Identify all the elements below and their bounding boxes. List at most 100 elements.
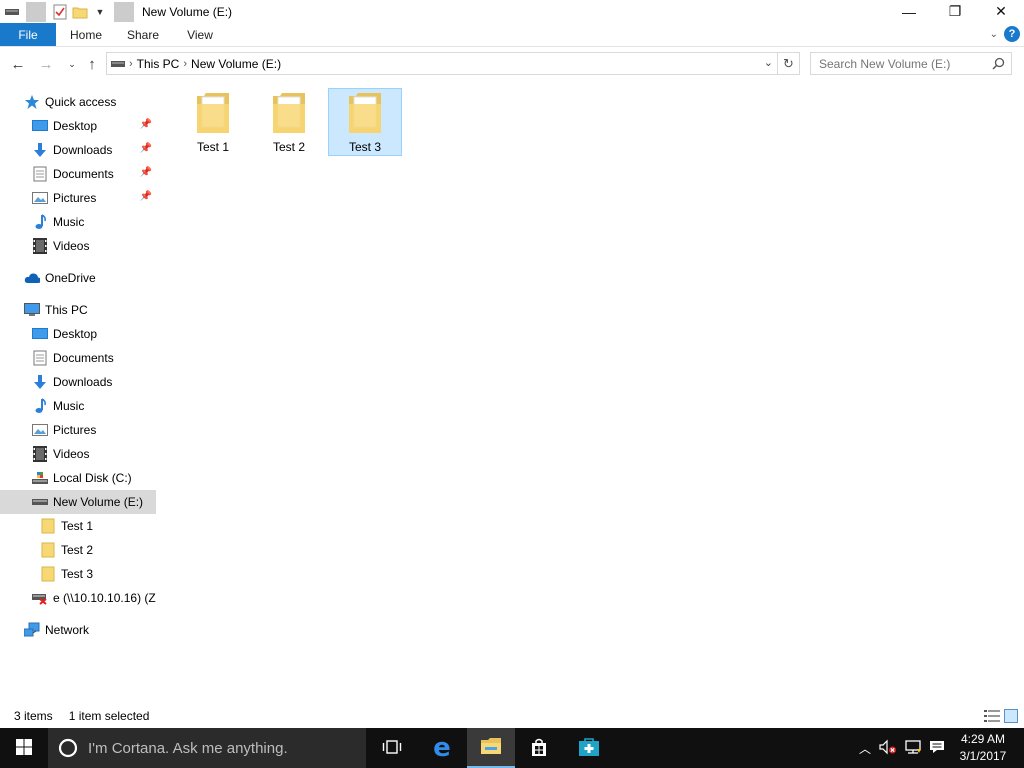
up-button[interactable]: ↑: [82, 54, 102, 74]
drive-icon: [32, 494, 48, 510]
volume-tray-button[interactable]: [876, 728, 900, 768]
tab-view[interactable]: View: [178, 23, 222, 46]
nav-item-label: Test 3: [61, 567, 94, 581]
pin-icon[interactable]: 📌: [140, 167, 152, 178]
properties-icon[interactable]: [50, 2, 70, 22]
nav-pc-pictures[interactable]: Pictures: [0, 418, 156, 442]
file-name: Test 2: [272, 140, 305, 154]
network-tray-button[interactable]: [900, 728, 926, 768]
nav-pc-downloads[interactable]: Downloads: [0, 370, 156, 394]
large-icons-view-icon[interactable]: [1004, 709, 1018, 726]
nav-pc-music[interactable]: Music: [0, 394, 156, 418]
cortana-placeholder: I'm Cortana. Ask me anything.: [88, 739, 288, 757]
nav-pc-local-disk-c[interactable]: Local Disk (C:): [0, 466, 156, 490]
nav-qa-documents[interactable]: Documents 📌: [0, 162, 156, 186]
tab-home[interactable]: Home: [64, 23, 108, 46]
nav-onedrive[interactable]: OneDrive: [0, 266, 156, 290]
windows-logo-icon: [16, 738, 32, 758]
nav-this-pc[interactable]: This PC: [0, 298, 156, 322]
tab-share[interactable]: Share: [120, 23, 166, 46]
search-icon[interactable]: [992, 57, 1005, 73]
refresh-button[interactable]: ↻: [778, 52, 800, 75]
chevron-up-icon: ︿: [858, 741, 871, 756]
address-history-dropdown[interactable]: ⌄: [764, 56, 773, 69]
navigation-pane: Quick access Desktop 📌 Downloads 📌 Docum…: [0, 88, 160, 704]
toolbox-app-icon: [578, 737, 600, 760]
action-center-button[interactable]: [926, 728, 948, 768]
forward-button[interactable]: →: [36, 54, 56, 74]
details-view-icon[interactable]: [984, 709, 1000, 726]
nav-folder-test-1[interactable]: Test 1: [0, 514, 156, 538]
nav-pc-desktop[interactable]: Desktop: [0, 322, 156, 346]
nav-item-label: Test 1: [61, 519, 94, 533]
search-box[interactable]: [810, 52, 1012, 75]
nav-qa-pictures[interactable]: Pictures 📌: [0, 186, 156, 210]
nav-folder-test-3[interactable]: Test 3: [0, 562, 156, 586]
nav-qa-desktop[interactable]: Desktop 📌: [0, 114, 156, 138]
nav-pc-new-volume-e[interactable]: New Volume (E:): [0, 490, 156, 514]
start-button[interactable]: [0, 728, 48, 768]
breadcrumb-separator[interactable]: ›: [183, 58, 187, 70]
desktop-icon: [32, 326, 48, 342]
nav-qa-downloads[interactable]: Downloads 📌: [0, 138, 156, 162]
minimize-button[interactable]: —: [886, 0, 932, 23]
system-clock[interactable]: 4:29 AM 3/1/2017: [950, 731, 1016, 765]
nav-quick-access-label: Quick access: [45, 95, 117, 109]
nav-item-label: Test 2: [61, 543, 94, 557]
nav-qa-music[interactable]: Music: [0, 210, 156, 234]
edge-taskbar-button[interactable]: e: [418, 728, 466, 768]
onedrive-icon: [24, 270, 40, 286]
folder-icon: [348, 92, 382, 137]
drive-icon[interactable]: [2, 2, 22, 22]
help-icon[interactable]: ?: [1004, 26, 1020, 42]
breadcrumb-new-volume[interactable]: New Volume (E:): [191, 57, 281, 71]
folder-item-test-2[interactable]: Test 2: [252, 88, 326, 156]
folder-icon: [40, 518, 56, 534]
folder-item-test-1[interactable]: Test 1: [176, 88, 250, 156]
nav-quick-access[interactable]: Quick access: [0, 90, 156, 114]
local-disk-icon: [32, 470, 48, 486]
nav-this-pc-label: This PC: [45, 303, 88, 317]
pin-icon[interactable]: 📌: [140, 143, 152, 154]
view-switcher: [984, 709, 1018, 726]
clock-date: 3/1/2017: [959, 749, 1007, 763]
maximize-button[interactable]: ❐: [932, 0, 978, 23]
show-hidden-icons-button[interactable]: ︿: [854, 728, 876, 768]
downloads-icon: [32, 374, 48, 390]
pin-icon[interactable]: 📌: [140, 191, 152, 202]
nav-qa-videos[interactable]: Videos: [0, 234, 156, 258]
search-input[interactable]: [819, 56, 989, 71]
nav-item-label: Videos: [53, 239, 90, 253]
file-list-view[interactable]: Test 1 Test 2 Test 3: [160, 80, 1024, 704]
store-taskbar-button[interactable]: [515, 728, 563, 768]
back-button[interactable]: ←: [8, 54, 28, 74]
app-taskbar-button[interactable]: [565, 728, 613, 768]
file-explorer-taskbar-button[interactable]: [467, 728, 515, 768]
expand-ribbon-icon[interactable]: ⌄: [990, 29, 998, 40]
customize-toolbar-icon[interactable]: ▼: [90, 2, 110, 22]
nav-item-label: e (\\10.10.10.16) (Z:): [53, 591, 156, 605]
address-bar[interactable]: › This PC › New Volume (E:) ⌄: [106, 52, 778, 75]
folder-item-test-3[interactable]: Test 3: [328, 88, 402, 156]
breadcrumb-separator[interactable]: ›: [129, 58, 133, 70]
nav-item-label: New Volume (E:): [53, 495, 144, 509]
cortana-search-box[interactable]: I'm Cortana. Ask me anything.: [48, 728, 366, 768]
nav-pc-documents[interactable]: Documents: [0, 346, 156, 370]
nav-network[interactable]: Network: [0, 618, 156, 642]
pin-icon[interactable]: 📌: [140, 119, 152, 130]
nav-item-label: Videos: [53, 447, 90, 461]
close-button[interactable]: ✕: [978, 0, 1024, 23]
network-icon: [24, 622, 40, 638]
tab-file[interactable]: File: [0, 23, 56, 46]
nav-pc-videos[interactable]: Videos: [0, 442, 156, 466]
nav-onedrive-label: OneDrive: [45, 271, 96, 285]
nav-network-drive-z[interactable]: e (\\10.10.10.16) (Z:): [0, 586, 156, 610]
breadcrumb-this-pc[interactable]: This PC: [137, 57, 180, 71]
nav-folder-test-2[interactable]: Test 2: [0, 538, 156, 562]
new-folder-icon[interactable]: [70, 2, 90, 22]
edge-icon: e: [433, 733, 451, 763]
nav-item-label: Music: [53, 399, 85, 413]
toolbar-divider: [26, 1, 46, 22]
task-view-button[interactable]: [368, 728, 416, 768]
recent-locations-button[interactable]: ⌄: [62, 54, 82, 74]
